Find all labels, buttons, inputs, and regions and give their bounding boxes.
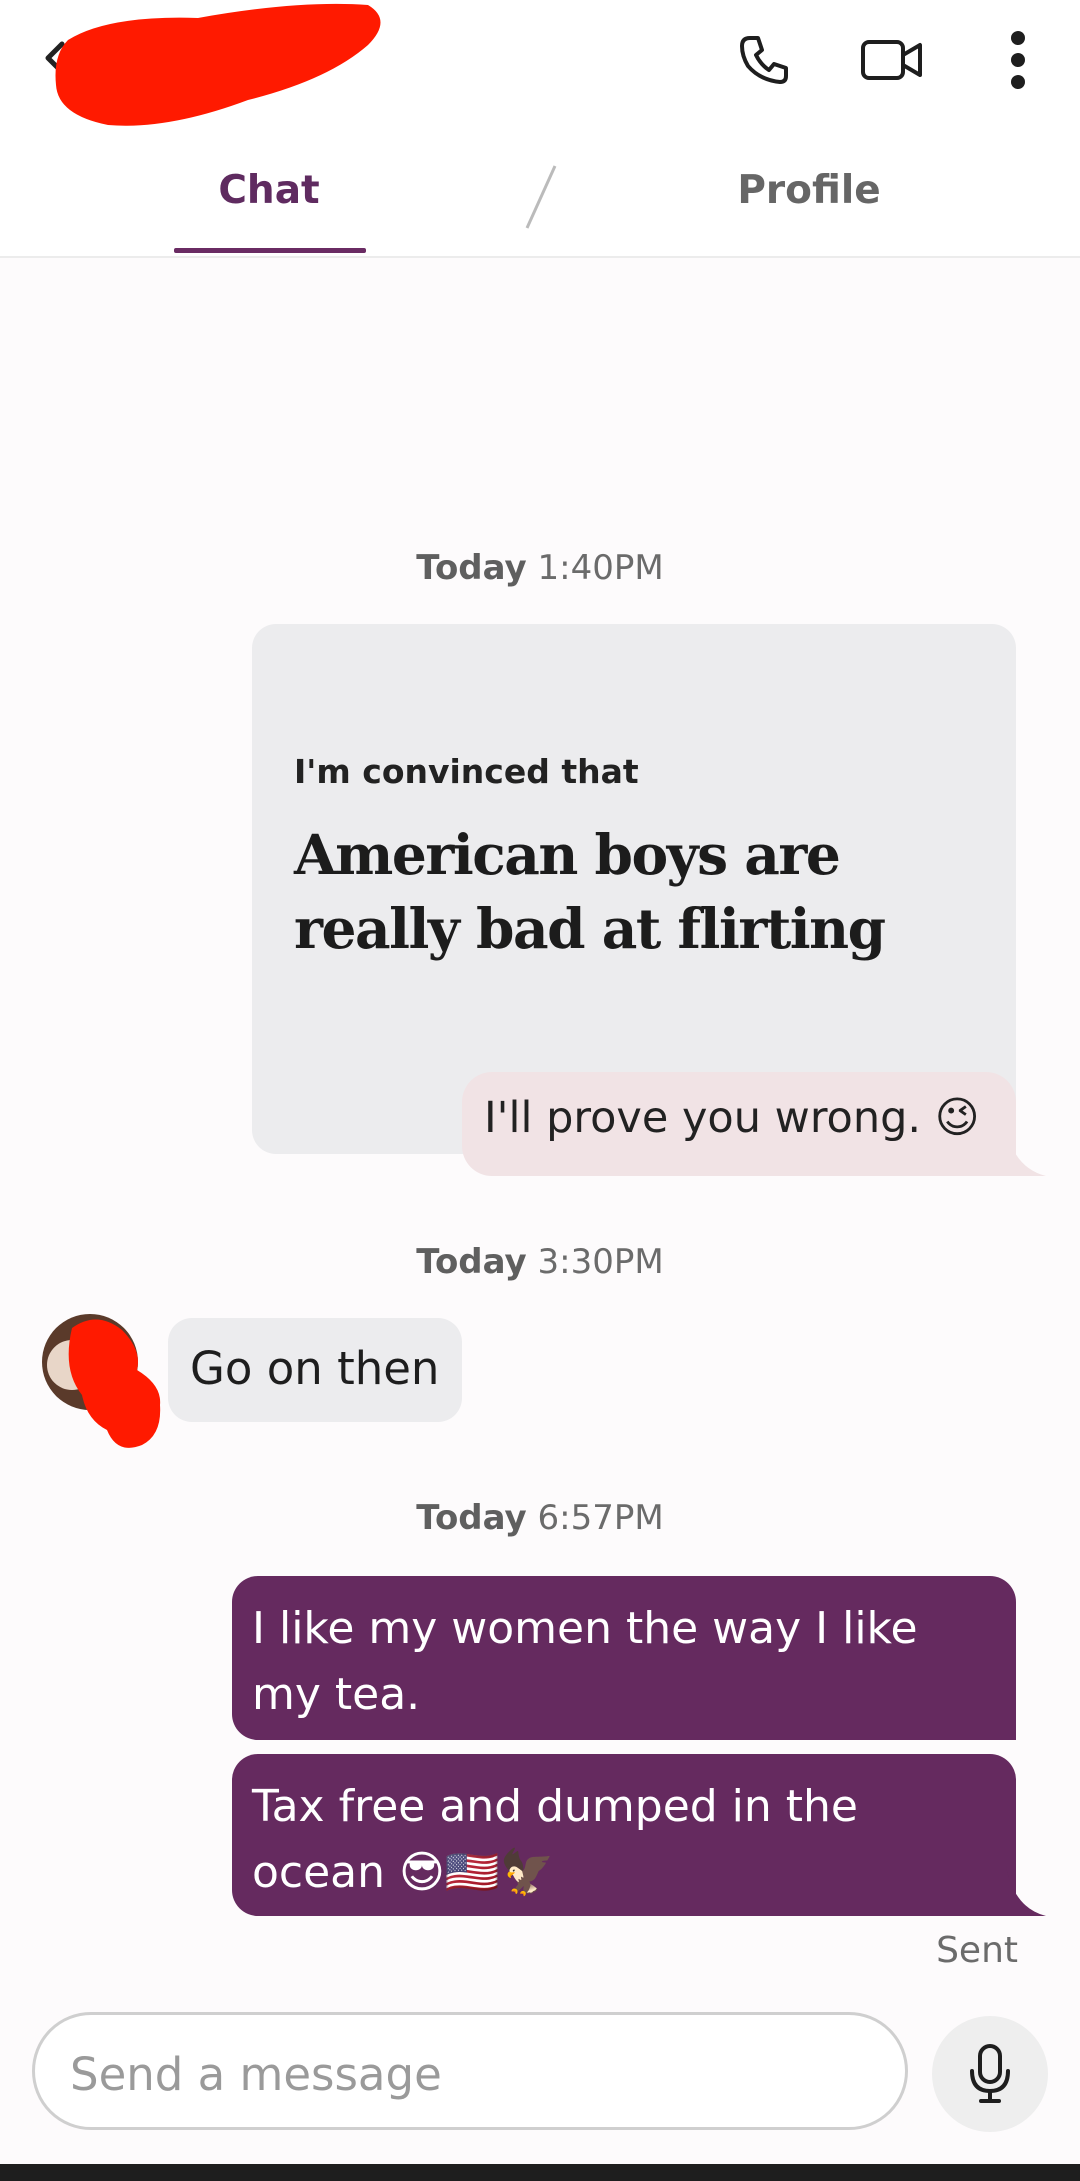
received-message-text: Go on then <box>190 1342 440 1395</box>
timestamp-day: Today <box>416 1498 527 1538</box>
system-nav-bar <box>0 2164 1080 2181</box>
timestamp: Today 1:40PM <box>0 548 1080 588</box>
tab-active-indicator <box>174 248 366 253</box>
timestamp: Today 6:57PM <box>0 1498 1080 1538</box>
sent-message-text: Tax free and dumped in the ocean 😎🇺🇸🦅 <box>252 1781 858 1898</box>
video-icon[interactable] <box>852 20 932 100</box>
sent-message-text: I like my women the way I like my tea. <box>252 1603 918 1720</box>
tab-chat[interactable]: Chat <box>160 168 378 213</box>
timestamp: Today 3:30PM <box>0 1242 1080 1282</box>
avatar[interactable] <box>42 1310 168 1450</box>
message-status: Sent <box>936 1930 1018 1971</box>
redacted-name <box>55 3 381 126</box>
bubble-tail <box>1006 1866 1046 1916</box>
tab-divider <box>525 165 557 229</box>
timestamp-time: 3:30PM <box>537 1242 664 1282</box>
timestamp-day: Today <box>416 548 527 588</box>
prompt-title: American boys are really bad at flirting <box>294 822 886 961</box>
timestamp-time: 1:40PM <box>537 548 664 588</box>
timestamp-time: 6:57PM <box>537 1498 664 1538</box>
message-input-placeholder: Send a message <box>70 2048 442 2101</box>
bubble-tail <box>1006 1128 1046 1176</box>
more-vert-icon[interactable] <box>978 20 1058 100</box>
mic-button[interactable] <box>932 2016 1048 2132</box>
prompt-reply-text: I'll prove you wrong. 😉 <box>484 1093 980 1143</box>
prompt-label: I'm convinced that <box>294 752 639 791</box>
tab-profile[interactable]: Profile <box>700 168 918 213</box>
timestamp-day: Today <box>416 1242 527 1282</box>
phone-icon[interactable] <box>724 20 804 100</box>
mic-icon <box>970 2044 1010 2103</box>
